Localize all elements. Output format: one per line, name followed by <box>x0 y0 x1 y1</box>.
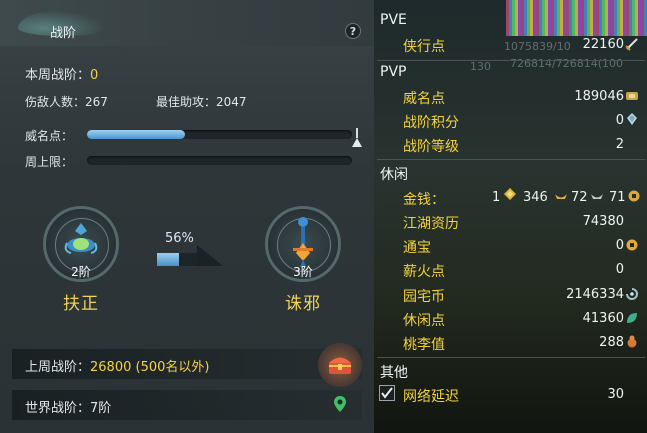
pvp-level-value: 2 <box>615 137 624 152</box>
location-pin-icon[interactable] <box>333 395 347 413</box>
emblem-zhuxie-name: 诛邪 <box>285 294 321 314</box>
overlay-stripe <box>506 0 647 36</box>
panel-title: 战阶 <box>50 26 77 41</box>
last-week-value: 26800 (500名以外) <box>90 360 210 375</box>
pvp-header: PVP <box>380 64 407 80</box>
fire-points-label: 薪火点 <box>403 264 445 280</box>
network-latency-label: 网络延迟 <box>403 389 459 405</box>
house-coin-value: 2146334 <box>566 287 624 302</box>
divider <box>377 60 645 61</box>
currency-panel: 1075839/10 130 726814/726814(100 PVE 侠行点… <box>374 0 647 433</box>
leisure-header: 休闲 <box>380 167 408 183</box>
money-iron-value: 71 <box>609 190 626 205</box>
gold-ingot-icon <box>504 188 516 200</box>
emblem-fuzheng-name: 扶正 <box>63 294 99 314</box>
ghost-stat-1: 1075839/10 <box>504 40 571 53</box>
weekly-cap-label: 周上限： <box>25 155 74 169</box>
peach-value-value: 288 <box>599 335 624 350</box>
sword-icon <box>625 38 638 51</box>
cap-marker-icon <box>352 128 362 147</box>
world-rank-text: 世界战阶：7阶 <box>25 401 112 416</box>
swirl-icon <box>626 288 638 300</box>
money-silver-value: 346 <box>523 190 548 205</box>
badge-icon <box>626 92 638 100</box>
weekly-rank-label: 本周战阶： <box>25 68 91 83</box>
copper-coin-icon <box>628 190 640 202</box>
progress-percent: 56% <box>165 231 194 246</box>
leisure-points-label: 休闲点 <box>403 313 445 329</box>
crystal-icon <box>627 113 637 125</box>
money-copper-value: 72 <box>571 190 588 205</box>
network-latency-value: 30 <box>607 387 624 402</box>
seniority-label: 江湖资历 <box>403 216 459 232</box>
rank-progress-fill <box>157 253 180 266</box>
progress-arrow-decoration <box>197 245 223 266</box>
money-gold-value: 1 <box>492 190 501 205</box>
pve-item-value: 22160 <box>582 37 624 52</box>
other-header: 其他 <box>380 365 408 381</box>
weekly-cap-bar <box>87 156 352 165</box>
lotus-emblem-icon <box>64 223 98 254</box>
weekly-rank-row: 本周战阶：0 <box>25 64 98 83</box>
divider <box>377 357 645 358</box>
emblem-fuzheng-level: 2阶 <box>71 265 91 279</box>
reward-chest-button[interactable] <box>318 343 362 387</box>
ghost-level: 130 <box>470 60 491 73</box>
pvp-points-label: 战阶积分 <box>403 115 459 131</box>
best-assists: 最佳助攻：2047 <box>156 95 247 109</box>
treasure-chest-icon <box>329 357 351 374</box>
divider <box>377 159 645 160</box>
prestige-bar <box>87 130 352 139</box>
emblem-zhuxie-level: 3阶 <box>293 265 313 279</box>
weekly-rank-value: 0 <box>90 68 99 83</box>
pvp-prestige-value: 189046 <box>574 89 624 104</box>
money-label: 金钱： <box>403 192 445 208</box>
leaf-icon <box>627 313 637 323</box>
rank-progress-bar <box>157 253 197 266</box>
enemies-defeated: 伤敌人数：267 <box>25 95 108 109</box>
checkmark-icon <box>381 387 393 399</box>
rank-panel: 战阶 ? 本周战阶：0 伤敌人数：267 最佳助攻：2047 威名点： 周上限：… <box>0 0 374 433</box>
pve-item-label: 侠行点 <box>403 39 445 55</box>
pve-header: PVE <box>380 12 407 28</box>
copper-ingot-icon <box>591 194 603 199</box>
coin-icon <box>626 239 638 251</box>
prestige-bar-fill <box>87 130 186 139</box>
help-button[interactable]: ? <box>345 23 361 39</box>
tongbao-value: 0 <box>615 238 624 253</box>
peach-value-label: 桃李值 <box>403 337 445 353</box>
ghost-stat-2: 726814/726814(100 <box>510 57 623 70</box>
last-week-label: 上周战阶： <box>25 360 91 375</box>
prestige-label: 威名点： <box>25 129 74 143</box>
silver-ingot-icon <box>555 194 567 199</box>
pvp-level-label: 战阶等级 <box>403 139 459 155</box>
leisure-points-value: 41360 <box>582 311 624 326</box>
house-coin-label: 园宅币 <box>403 289 445 305</box>
sword-emblem-icon <box>293 217 313 267</box>
pvp-points-value: 0 <box>615 113 624 128</box>
fire-points-value: 0 <box>615 262 624 277</box>
gourd-icon <box>627 335 637 348</box>
tongbao-label: 通宝 <box>403 240 431 256</box>
last-week-text: 上周战阶：26800 (500名以外) <box>25 356 209 375</box>
seniority-value: 74380 <box>582 214 624 229</box>
question-icon: ? <box>349 24 357 38</box>
network-latency-checkbox[interactable] <box>379 385 395 401</box>
pvp-prestige-label: 威名点 <box>403 91 445 107</box>
